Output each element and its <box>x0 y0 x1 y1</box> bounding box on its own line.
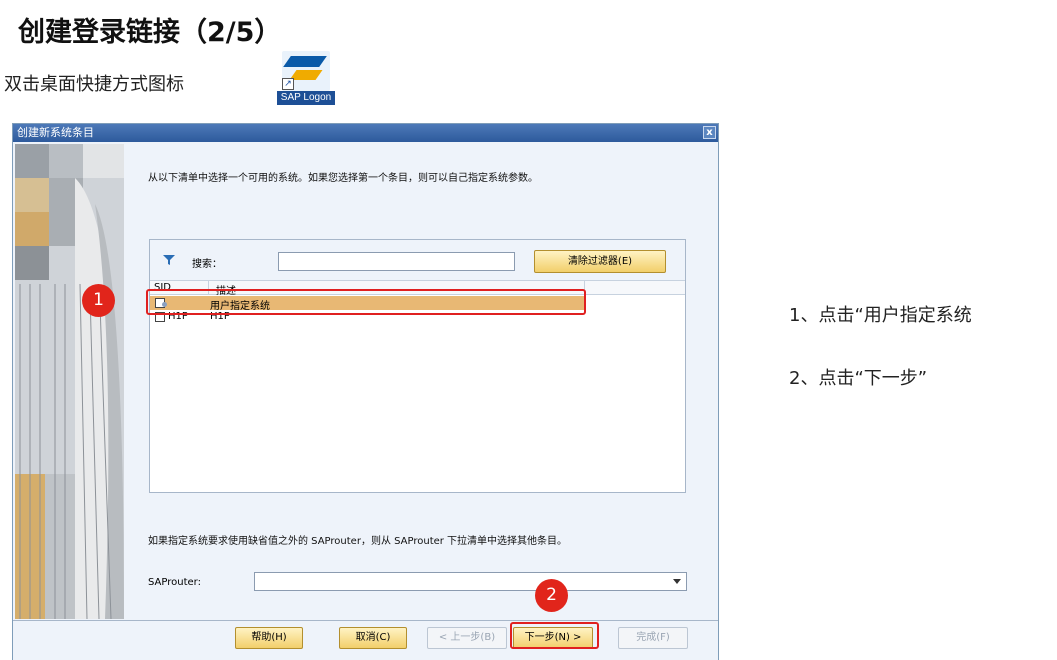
sap-logon-shortcut-icon[interactable]: ↗ SAP Logon <box>277 51 335 106</box>
chevron-down-icon[interactable] <box>673 579 681 584</box>
saprouter-hint-text: 如果指定系统要求使用缺省值之外的 SAProuter，则从 SAProuter … <box>148 536 568 547</box>
filter-icon <box>163 255 175 265</box>
lead-text: 从以下清单中选择一个可用的系统。如果您选择第一个条目，则可以自己指定系统参数。 <box>148 173 538 184</box>
back-button[interactable]: < 上一步(B) <box>427 627 507 649</box>
help-button[interactable]: 帮助(H) <box>235 627 303 649</box>
step-badge-2: 2 <box>535 579 568 612</box>
clear-filter-button[interactable]: 清除过滤器(E) <box>534 250 666 273</box>
step-note-1: 1、点击“用户指定系统 <box>789 305 972 326</box>
finish-button[interactable]: 完成(F) <box>618 627 688 649</box>
filter-row: 搜索： 清除过滤器(E) <box>150 240 685 280</box>
dialog-title: 创建新系统条目 <box>17 126 94 139</box>
sap-logo-blue-bar <box>283 56 327 67</box>
saprouter-dropdown[interactable] <box>254 572 687 591</box>
highlight-next-button <box>510 622 599 649</box>
sap-logo-caption: SAP Logon <box>277 91 335 105</box>
cancel-button[interactable]: 取消(C) <box>339 627 407 649</box>
saprouter-label: SAProuter: <box>148 577 201 588</box>
side-decoration-image <box>15 144 124 619</box>
search-label: 搜索： <box>192 259 222 270</box>
create-system-dialog: 创建新系统条目 x 从以下清单中选择一个可用的系统。如果您选择第一个条目，则可以… <box>12 123 719 660</box>
dialog-titlebar: 创建新系统条目 x <box>13 124 718 142</box>
dialog-footer: 帮助(H) 取消(C) < 上一步(B) 下一步(N) > 完成(F) <box>13 620 718 660</box>
highlight-user-specified-row <box>146 289 586 315</box>
system-list-panel: 搜索： 清除过滤器(E) SID 描述 用户指定系统 H1P H1P <box>149 239 686 493</box>
step-note-2: 2、点击“下一步” <box>789 368 928 389</box>
dialog-content: 从以下清单中选择一个可用的系统。如果您选择第一个条目，则可以自己指定系统参数。 … <box>124 144 718 619</box>
slide-title: 创建登录链接（2/5） <box>18 17 282 48</box>
shortcut-arrow-icon: ↗ <box>282 78 294 90</box>
step-badge-1: 1 <box>82 284 115 317</box>
search-input[interactable] <box>278 252 515 271</box>
instruction-text: 双击桌面快捷方式图标 <box>4 74 184 95</box>
close-button[interactable]: x <box>703 126 716 139</box>
